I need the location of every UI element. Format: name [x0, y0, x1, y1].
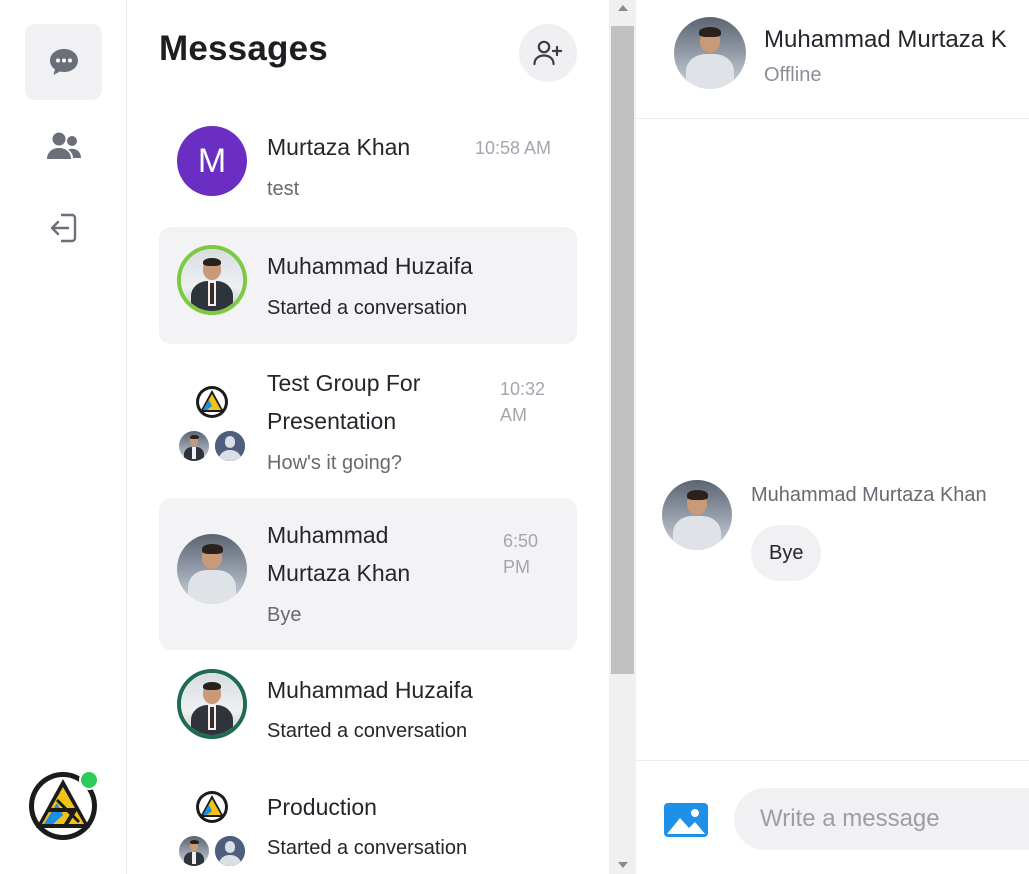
avatar	[177, 534, 247, 604]
rail-messages-button[interactable]	[25, 24, 102, 100]
conversation-item[interactable]: Test Group For Presentation How's it goi…	[159, 350, 577, 490]
avatar: M	[177, 126, 247, 196]
online-status-dot	[79, 770, 99, 790]
conversation-preview: Started a conversation	[267, 720, 468, 742]
conversation-item[interactable]: Muhammad Huzaifa Started a conversation	[159, 227, 577, 344]
scroll-down-arrow-icon[interactable]	[618, 862, 628, 868]
message-input[interactable]	[734, 788, 1029, 850]
conversation-list-scrollbar[interactable]	[609, 0, 636, 874]
conversation-preview: Bye	[267, 604, 302, 626]
conversation-item[interactable]: M Murtaza Khan test 10:58 AM	[159, 108, 577, 220]
conversation-time: 10:58 AM	[475, 138, 552, 158]
conversation-name-line1: Muhammad	[267, 522, 389, 548]
conversation-name-line2: Presentation	[267, 408, 397, 434]
rail-logout-button[interactable]	[25, 190, 102, 266]
conversation-preview: Started a conversation	[267, 297, 468, 319]
avatar[interactable]	[674, 17, 746, 89]
scroll-up-arrow-icon[interactable]	[618, 5, 628, 11]
avatar	[177, 669, 247, 739]
conversation-name-line2: Murtaza Khan	[267, 560, 411, 586]
rail-contacts-button[interactable]	[25, 108, 102, 184]
chat-contact-name: Muhammad Murtaza K	[764, 26, 1007, 53]
scrollbar-thumb[interactable]	[611, 26, 634, 674]
conversation-time-line2: AM	[500, 405, 527, 425]
conversation-item[interactable]: Production Started a conversation	[159, 770, 577, 874]
conversation-list-panel: Messages M Murtaza Khan test 10:58 AM Mu…	[127, 0, 609, 874]
navigation-rail	[0, 0, 127, 874]
brand-logo-icon	[196, 791, 228, 823]
member-avatar	[177, 834, 211, 868]
conversation-preview: Started a conversation	[267, 837, 468, 859]
image-upload-icon[interactable]	[664, 803, 708, 837]
conversation-preview: test	[267, 178, 300, 200]
group-avatar	[177, 790, 249, 870]
conversation-name-line1: Test Group For	[267, 370, 421, 396]
brand-logo-icon	[196, 386, 228, 418]
message-composer	[636, 760, 1029, 874]
message-bubble: Bye	[751, 525, 822, 581]
conversation-name: Muhammad Huzaifa	[267, 677, 473, 703]
conversation-item[interactable]: Muhammad Huzaifa Started a conversation	[159, 652, 577, 762]
avatar	[177, 245, 247, 315]
conversation-name: Murtaza Khan	[267, 134, 411, 160]
chat-panel: Muhammad Murtaza K Offline Muhammad Murt…	[636, 0, 1029, 874]
users-icon	[46, 132, 81, 159]
chat-bubble-icon	[49, 49, 78, 75]
member-avatar	[213, 429, 247, 463]
member-avatar	[213, 834, 247, 868]
conversation-time-line2: PM	[503, 557, 530, 577]
page-title: Messages	[159, 29, 328, 68]
chat-contact-status: Offline	[764, 64, 822, 86]
profile-avatar[interactable]	[27, 770, 99, 842]
conversation-name: Production	[267, 794, 377, 820]
message-sender-avatar	[662, 480, 732, 550]
conversation-time-line1: 6:50	[503, 531, 539, 551]
chat-header: Muhammad Murtaza K Offline	[636, 0, 1029, 119]
conversation-name: Muhammad Huzaifa	[267, 253, 473, 279]
conversation-time-line1: 10:32	[500, 379, 546, 399]
message-sender-name: Muhammad Murtaza Khan	[751, 484, 987, 506]
conversation-item[interactable]: Muhammad Murtaza Khan Bye 6:50 PM	[159, 498, 577, 650]
member-avatar	[177, 429, 211, 463]
add-user-icon	[533, 40, 563, 66]
conversation-preview: How's it going?	[267, 452, 402, 474]
new-conversation-button[interactable]	[519, 24, 577, 82]
group-avatar	[177, 385, 249, 465]
logout-icon	[50, 213, 76, 243]
